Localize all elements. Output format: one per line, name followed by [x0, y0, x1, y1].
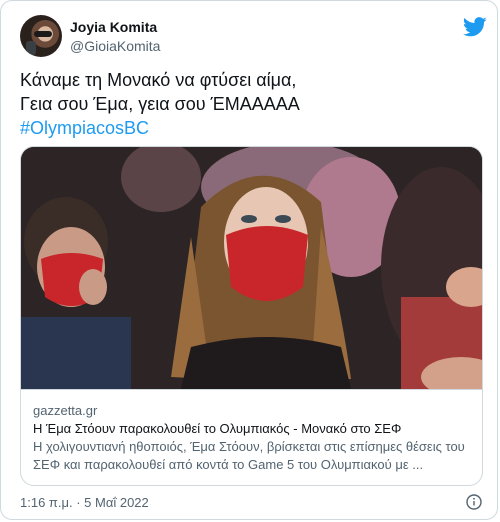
- link-preview-card[interactable]: gazzetta.gr Η Έμα Στόουν παρακολουθεί το…: [20, 146, 483, 486]
- author-display-name[interactable]: Joyia Komita: [70, 19, 157, 35]
- hashtag-link[interactable]: #OlympiacosBC: [20, 116, 480, 140]
- card-title[interactable]: Η Έμα Στόουν παρακολουθεί το Ολυμπιακός …: [33, 420, 470, 438]
- author-avatar[interactable]: [20, 15, 62, 57]
- info-icon[interactable]: [466, 494, 482, 510]
- card-body: gazzetta.gr Η Έμα Στόουν παρακολουθεί το…: [21, 389, 482, 474]
- card-image[interactable]: [21, 147, 482, 389]
- tweet-card: Joyia Komita @GioiaKomita Κάναμε τη Μονα…: [0, 0, 498, 520]
- twitter-bird-icon[interactable]: [463, 17, 487, 37]
- tweet-text: Κάναμε τη Μονακό να φτύσει αίμα, Γεια σο…: [20, 68, 480, 140]
- card-domain: gazzetta.gr: [33, 403, 98, 418]
- author-handle[interactable]: @GioiaKomita: [70, 38, 160, 54]
- card-description: Η χολιγουντιανή ηθοποιός, Έμα Στόουν, βρ…: [33, 439, 465, 472]
- tweet-timestamp[interactable]: 1:16 π.μ. · 5 Μαΐ 2022: [20, 495, 149, 510]
- tweet-line-1: Κάναμε τη Μονακό να φτύσει αίμα,: [20, 70, 297, 90]
- tweet-line-2: Γεια σου Έμα, γεια σου ΈΜΑΑΑΑΑ: [20, 94, 300, 114]
